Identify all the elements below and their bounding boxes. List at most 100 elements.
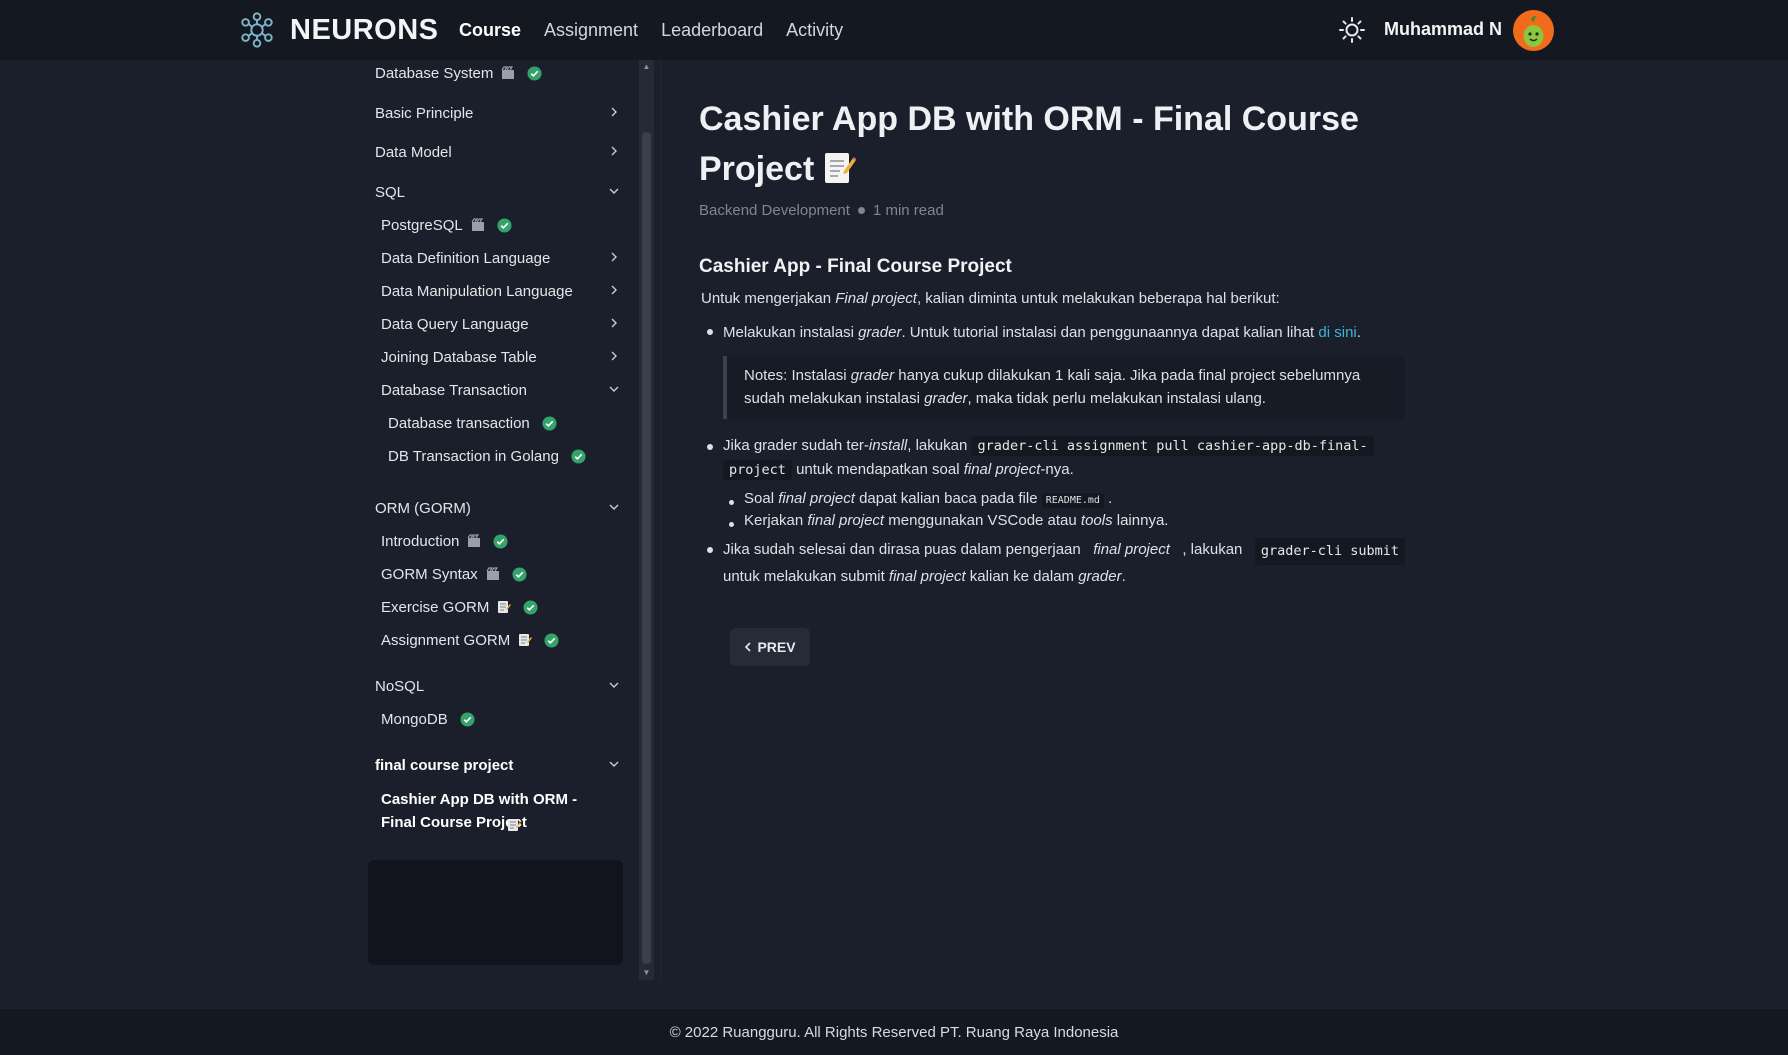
sidebar-item[interactable]: Database System <box>375 58 621 88</box>
sidebar-item-label: Cashier App DB with ORM - Final Course P… <box>381 791 578 831</box>
chevron-down-icon[interactable] <box>607 500 621 514</box>
memo-icon <box>519 634 533 646</box>
brand-name: NEURONS <box>290 13 439 46</box>
sidebar-item-label: MongoDB <box>381 710 448 728</box>
nav-assignment[interactable]: Assignment <box>544 20 638 41</box>
b3-line-2: untuk melakukan submit final project kal… <box>723 565 1405 588</box>
sidebar-item[interactable]: Basic Principle <box>375 98 621 128</box>
section-heading: Cashier App - Final Course Project <box>699 256 1012 277</box>
avatar[interactable] <box>1513 10 1554 51</box>
brand-logo[interactable]: NEURONS <box>238 10 439 50</box>
sidebar-item-label: Introduction <box>381 532 460 550</box>
sidebar-item[interactable]: Data Query Language <box>381 309 621 339</box>
chevron-left-icon <box>745 642 752 652</box>
scroll-thumb[interactable] <box>642 132 651 964</box>
clapperboard-icon <box>486 567 499 580</box>
note-text-a: Notes: Instalasi <box>744 367 851 384</box>
chevron-down-icon[interactable] <box>607 757 621 771</box>
article-category[interactable]: Backend Development <box>699 202 850 219</box>
sidebar-item[interactable]: Data Manipulation Language <box>381 276 621 306</box>
b1-text-c: . <box>1356 324 1361 341</box>
sidebar-item[interactable]: Exercise GORM <box>381 592 621 622</box>
prev-button-label: PREV <box>757 639 796 655</box>
b3-text-d: kalian ke dalam <box>965 568 1079 585</box>
chevron-right-icon[interactable] <box>607 349 621 363</box>
bullet-dot <box>707 547 713 553</box>
list-item: Jika sudah selesai dan dirasa puas dalam… <box>723 538 1405 588</box>
bullet-dot <box>707 329 713 335</box>
pull-command-code-cont[interactable]: project <box>723 460 792 480</box>
memo-icon <box>508 819 521 831</box>
check-badge-icon <box>523 599 538 615</box>
submit-command-code[interactable]: grader-cli submit <box>1254 538 1405 565</box>
note-blockquote: Notes: Instalasi grader hanya cukup dila… <box>723 356 1405 419</box>
user-name[interactable]: Muhammad N <box>1384 19 1502 40</box>
article-read-time: 1 min read <box>872 202 944 219</box>
b3-text-em: final project <box>1093 541 1170 558</box>
b3-text-em3: grader <box>1078 568 1122 585</box>
sidebar-item[interactable]: Database transaction <box>388 408 621 438</box>
sidebar-item[interactable]: Cashier App DB with ORM - Final Course P… <box>381 788 621 836</box>
pull-command-code[interactable]: grader-cli assignment pull cashier-app-d… <box>971 436 1374 456</box>
sidebar-item[interactable]: SQL <box>375 177 621 207</box>
memo-icon <box>498 601 512 613</box>
sidebar-item-label: PostgreSQL <box>381 216 463 234</box>
sidebar-item-label: Data Query Language <box>381 315 529 333</box>
chevron-right-icon[interactable] <box>607 316 621 330</box>
s1-text-em: final project <box>778 490 855 507</box>
sidebar-item[interactable]: final course project <box>375 750 621 780</box>
b2-text-em: install <box>868 437 908 454</box>
sidebar-item[interactable]: Database Transaction <box>381 375 621 405</box>
chevron-right-icon[interactable] <box>607 250 621 264</box>
course-sidebar: Database System Basic Principle Data Model… <box>368 60 636 980</box>
sidebar-item[interactable]: Assignment GORM <box>381 625 621 655</box>
sidebar-item[interactable]: MongoDB <box>381 704 621 734</box>
chevron-down-icon[interactable] <box>607 382 621 396</box>
sidebar-item-label: Database Transaction <box>381 381 527 399</box>
b3-text-em2: final project <box>888 568 966 585</box>
note-text-c: , maka tidak perlu melakukan instalasi u… <box>967 390 1266 407</box>
memo-icon <box>825 153 857 183</box>
sun-icon[interactable] <box>1338 16 1366 44</box>
chevron-right-icon[interactable] <box>607 105 621 119</box>
sidebar-scrollbar[interactable]: ▲ ▼ <box>639 60 654 980</box>
sidebar-item-label: Database transaction <box>388 414 530 432</box>
nav-course[interactable]: Course <box>459 20 521 41</box>
chevron-down-icon[interactable] <box>607 184 621 198</box>
nav-leaderboard[interactable]: Leaderboard <box>661 20 763 41</box>
sidebar-item[interactable]: Data Definition Language <box>381 243 621 273</box>
sidebar-item-label: Data Model <box>375 143 452 161</box>
sidebar-item[interactable]: DB Transaction in Golang <box>388 441 621 471</box>
clapperboard-icon <box>471 218 484 231</box>
s2-text-em2: tools <box>1080 512 1113 529</box>
check-badge-icon <box>571 448 586 464</box>
install-guide-link[interactable]: di sini <box>1318 324 1356 341</box>
scroll-down-arrow[interactable]: ▼ <box>642 968 651 978</box>
clapperboard-icon <box>467 534 481 547</box>
sidebar-item[interactable]: Joining Database Table <box>381 342 621 372</box>
sidebar-item[interactable]: Data Model <box>375 137 621 167</box>
sidebar-item[interactable]: PostgreSQL <box>381 210 621 240</box>
sidebar-item-label: ORM (GORM) <box>375 499 471 517</box>
chevron-down-icon[interactable] <box>607 678 621 692</box>
footer-copyright: © 2022 Ruangguru. All Rights Reserved PT… <box>669 1023 1119 1041</box>
chevron-right-icon[interactable] <box>607 283 621 297</box>
chevron-right-icon[interactable] <box>607 144 621 158</box>
sidebar-item-label: Exercise GORM <box>381 598 490 616</box>
b2-text-d: -nya. <box>1040 461 1074 478</box>
nav-activity[interactable]: Activity <box>786 20 843 41</box>
b2-text-b: , lakukan <box>907 437 972 454</box>
footer: © 2022 Ruangguru. All Rights Reserved PT… <box>0 1009 1788 1055</box>
scroll-up-arrow[interactable]: ▲ <box>642 62 651 72</box>
prev-button[interactable]: PREV <box>730 628 810 666</box>
sidebar-item[interactable]: GORM Syntax <box>381 559 621 589</box>
b3-text-e: . <box>1121 568 1126 585</box>
sidebar-item[interactable]: NoSQL <box>375 671 621 701</box>
check-badge-icon <box>527 65 542 81</box>
sidebar-item[interactable]: Introduction <box>381 526 621 556</box>
meta-separator-dot <box>857 207 865 214</box>
b2-text-a: Jika grader sudah ter- <box>723 437 869 454</box>
sidebar-item[interactable]: ORM (GORM) <box>375 493 621 523</box>
check-badge-icon <box>542 415 557 431</box>
sub-list-item: Kerjakan final project menggunakan VSCod… <box>744 509 1168 532</box>
